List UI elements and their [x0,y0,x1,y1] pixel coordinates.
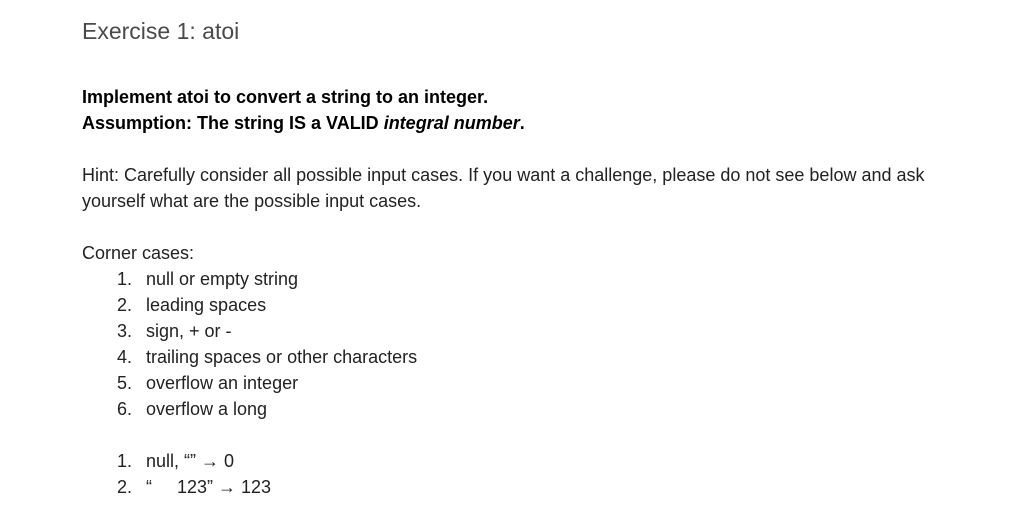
statement-line-2: Assumption: The string IS a VALID integr… [82,110,982,136]
list-item-text: “ 123” → 123 [146,477,272,497]
list-item-text: null or empty string [146,269,299,289]
list-item-number: 2. [116,477,132,497]
list-item-number: 2. [116,295,132,315]
list-item-text: sign, + or - [146,321,232,341]
list-item-number: 5. [116,373,132,393]
list-item-text: overflow an integer [146,373,299,393]
page-title: Exercise 1: atoi [82,18,240,44]
statement-line-2-suffix: . [519,113,525,133]
list-item: 1. null, “” → 0 [82,448,982,474]
list-item-number: 4. [116,347,132,367]
list-item-text: null, “” → 0 [146,451,235,471]
list-item-number: 6. [116,399,132,419]
document: Exercise 1: atoi Implement atoi to conve… [82,14,982,500]
list-item: 3. sign, + or - [82,318,982,344]
list-item-text: overflow a long [146,399,268,419]
statement-line-1: Implement atoi to convert a string to an… [82,87,489,107]
list-item-text: trailing spaces or other characters [146,347,418,367]
examples-list: 1. null, “” → 0 2. “ 123” → 123 [82,448,982,500]
list-item-text: leading spaces [146,295,267,315]
corner-cases-heading: Corner cases: [82,243,195,263]
list-item: 2. “ 123” → 123 [82,474,982,500]
problem-statement: Implement atoi to convert a string to an… [82,84,982,136]
list-item: 4. trailing spaces or other characters [82,344,982,370]
list-item-number: 1. [116,451,132,471]
list-item-number: 1. [116,269,132,289]
list-item: 5. overflow an integer [82,370,982,396]
list-item: 6. overflow a long [82,396,982,422]
statement-line-2-italic: integral number [383,113,520,133]
hint-paragraph: Hint: Carefully consider all possible in… [82,165,925,211]
list-item-number: 3. [116,321,132,341]
list-item: 2. leading spaces [82,292,982,318]
corner-cases-list: 1. null or empty string 2. leading spaces … [82,266,982,422]
list-item: 1. null or empty string [82,266,982,292]
statement-line-2-prefix: Assumption: The string IS a VALID [82,113,384,133]
